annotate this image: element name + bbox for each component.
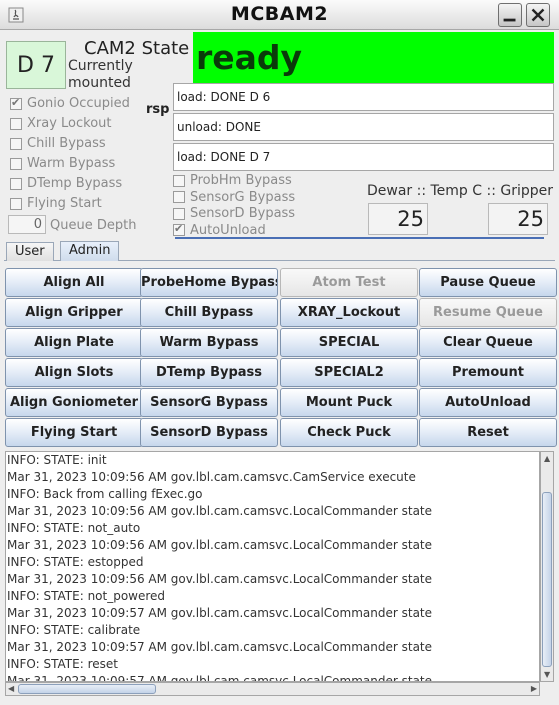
flying-start-checkbox[interactable]: Flying Start [10, 196, 102, 211]
checkbox-box[interactable] [10, 197, 22, 210]
rsp-label: rsp [146, 102, 170, 117]
warm-bypass-button[interactable]: Warm Bypass [140, 328, 278, 357]
align-all-button[interactable]: Align All [5, 268, 143, 297]
checkbox-box[interactable] [173, 174, 185, 187]
special-button[interactable]: SPECIAL [280, 328, 418, 357]
log-line: Mar 31, 2023 10:09:56 AM gov.lbl.cam.cam… [7, 504, 433, 518]
scroll-left-icon[interactable]: ◀ [8, 684, 14, 693]
checkbox-box[interactable] [10, 137, 22, 150]
sensorg-bypass-button[interactable]: SensorG Bypass [140, 388, 278, 417]
log-panel[interactable]: INFO: STATE: init Mar 31, 2023 10:09:56 A… [5, 451, 540, 682]
checkbox-label: DTemp Bypass [27, 176, 123, 191]
log-line: Mar 31, 2023 10:09:56 AM gov.lbl.cam.cam… [7, 538, 433, 552]
mount-puck-button[interactable]: Mount Puck [280, 388, 418, 417]
autounload-button[interactable]: AutoUnload [419, 388, 557, 417]
dtemp-bypass-checkbox[interactable]: DTemp Bypass [10, 176, 122, 191]
sensord-bypass-button[interactable]: SensorD Bypass [140, 418, 278, 447]
close-icon [531, 8, 545, 22]
currently-mounted-label: Currently mounted [68, 58, 133, 91]
scrollbar-thumb[interactable] [542, 492, 552, 667]
clear-queue-button[interactable]: Clear Queue [419, 328, 557, 357]
warm-bypass-checkbox[interactable]: Warm Bypass [10, 156, 115, 171]
queue-depth-field: 0 [8, 215, 46, 234]
log-line: INFO: STATE: init [7, 453, 107, 467]
sensord-bypass-checkbox[interactable]: SensorD Bypass [173, 206, 295, 221]
log-line: INFO: STATE: reset [7, 657, 118, 671]
checkbox-label: SensorG Bypass [190, 189, 296, 205]
special2-button[interactable]: SPECIAL2 [280, 358, 418, 387]
log-line: Mar 31, 2023 10:09:57 AM gov.lbl.cam.cam… [7, 674, 433, 682]
checkbox-label: AutoUnload [190, 222, 266, 238]
state-display: ready [193, 32, 554, 84]
resume-queue-button[interactable]: Resume Queue [419, 298, 557, 327]
scroll-up-icon[interactable]: ▲ [544, 454, 550, 463]
checkbox-label: ProbHm Bypass [190, 173, 292, 188]
mounted-position: D 7 [6, 41, 66, 89]
scroll-right-icon[interactable]: ▶ [531, 684, 537, 693]
checkbox-label: Gonio Occupied [27, 96, 130, 111]
checkbox-box[interactable] [10, 177, 22, 190]
flying-start-button[interactable]: Flying Start [5, 418, 143, 447]
tab-user[interactable]: User [6, 242, 54, 261]
dtemp-bypass-button[interactable]: DTemp Bypass [140, 358, 278, 387]
cam-state-label: CAM2 State [84, 38, 190, 59]
rsp-line-1: load: DONE D 6 [173, 83, 554, 111]
checkbox-label: Chill Bypass [27, 136, 106, 151]
chill-bypass-checkbox[interactable]: Chill Bypass [10, 136, 106, 151]
log-line: Mar 31, 2023 10:09:56 AM gov.lbl.cam.cam… [7, 470, 416, 484]
scrollbar-thumb[interactable] [18, 684, 156, 694]
checkbox-box[interactable] [10, 96, 22, 110]
log-line: INFO: STATE: not_auto [7, 521, 141, 535]
align-slots-button[interactable]: Align Slots [5, 358, 143, 387]
log-horizontal-scrollbar[interactable]: ◀ ▶ [5, 682, 540, 696]
atom-test-button[interactable]: Atom Test [280, 268, 418, 297]
probhm-bypass-checkbox[interactable]: ProbHm Bypass [173, 173, 292, 188]
log-line: INFO: STATE: estopped [7, 555, 144, 569]
checkbox-label: SensorD Bypass [190, 206, 296, 221]
rsp-line-3: load: DONE D 7 [173, 143, 554, 171]
log-line: Mar 31, 2023 10:09:57 AM gov.lbl.cam.cam… [7, 606, 433, 620]
minimize-icon [503, 18, 516, 22]
log-line: INFO: STATE: not_powered [7, 589, 166, 603]
checkbox-label: Flying Start [27, 196, 102, 211]
reset-button[interactable]: Reset [419, 418, 557, 447]
window-title: MCBAM2 [230, 3, 329, 25]
tab-admin[interactable]: Admin [60, 241, 120, 261]
dewar-temp-gripper-label: Dewar :: Temp C :: Gripper [367, 183, 554, 199]
gonio-occupied-checkbox[interactable]: Gonio Occupied [10, 96, 130, 111]
sensorg-bypass-checkbox[interactable]: SensorG Bypass [173, 190, 295, 205]
check-puck-button[interactable]: Check Puck [280, 418, 418, 447]
close-button[interactable] [526, 3, 550, 27]
autounload-checkbox[interactable]: AutoUnload [173, 222, 266, 238]
log-line: Mar 31, 2023 10:09:57 AM gov.lbl.cam.cam… [7, 640, 433, 654]
align-goniometer-button[interactable]: Align Goniometer [5, 388, 143, 417]
checkbox-box[interactable] [173, 207, 185, 220]
checkbox-box[interactable] [10, 117, 22, 130]
checkbox-box[interactable] [173, 191, 185, 203]
title-bar: MCBAM2 [0, 0, 559, 30]
rsp-line-2: unload: DONE [173, 113, 554, 141]
xray-lockout-checkbox[interactable]: Xray Lockout [10, 116, 112, 131]
checkbox-box[interactable] [10, 157, 22, 170]
gripper-temp-readout: 25 [488, 203, 548, 235]
align-plate-button[interactable]: Align Plate [5, 328, 143, 357]
premount-button[interactable]: Premount [419, 358, 557, 387]
pause-queue-button[interactable]: Pause Queue [419, 268, 557, 297]
probehome-bypass-button[interactable]: ProbeHome Bypass [140, 268, 278, 297]
dewar-temp-readout: 25 [368, 203, 428, 235]
scroll-down-icon[interactable]: ▼ [544, 670, 550, 679]
queue-depth-label: Queue Depth [50, 218, 137, 233]
log-line: Mar 31, 2023 10:09:56 AM gov.lbl.cam.cam… [7, 572, 433, 586]
checkbox-label: Xray Lockout [27, 116, 112, 131]
log-vertical-scrollbar[interactable]: ▲ ▼ [540, 451, 554, 682]
log-line: INFO: Back from calling fExec.go [7, 487, 203, 501]
separator [175, 237, 544, 239]
xray-lockout-button[interactable]: XRAY_Lockout [280, 298, 418, 327]
log-line: INFO: STATE: calibrate [7, 623, 141, 637]
align-gripper-button[interactable]: Align Gripper [5, 298, 143, 327]
checkbox-box[interactable] [173, 222, 185, 236]
chill-bypass-button[interactable]: Chill Bypass [140, 298, 278, 327]
minimize-button[interactable] [498, 3, 522, 27]
checkbox-label: Warm Bypass [27, 156, 116, 171]
